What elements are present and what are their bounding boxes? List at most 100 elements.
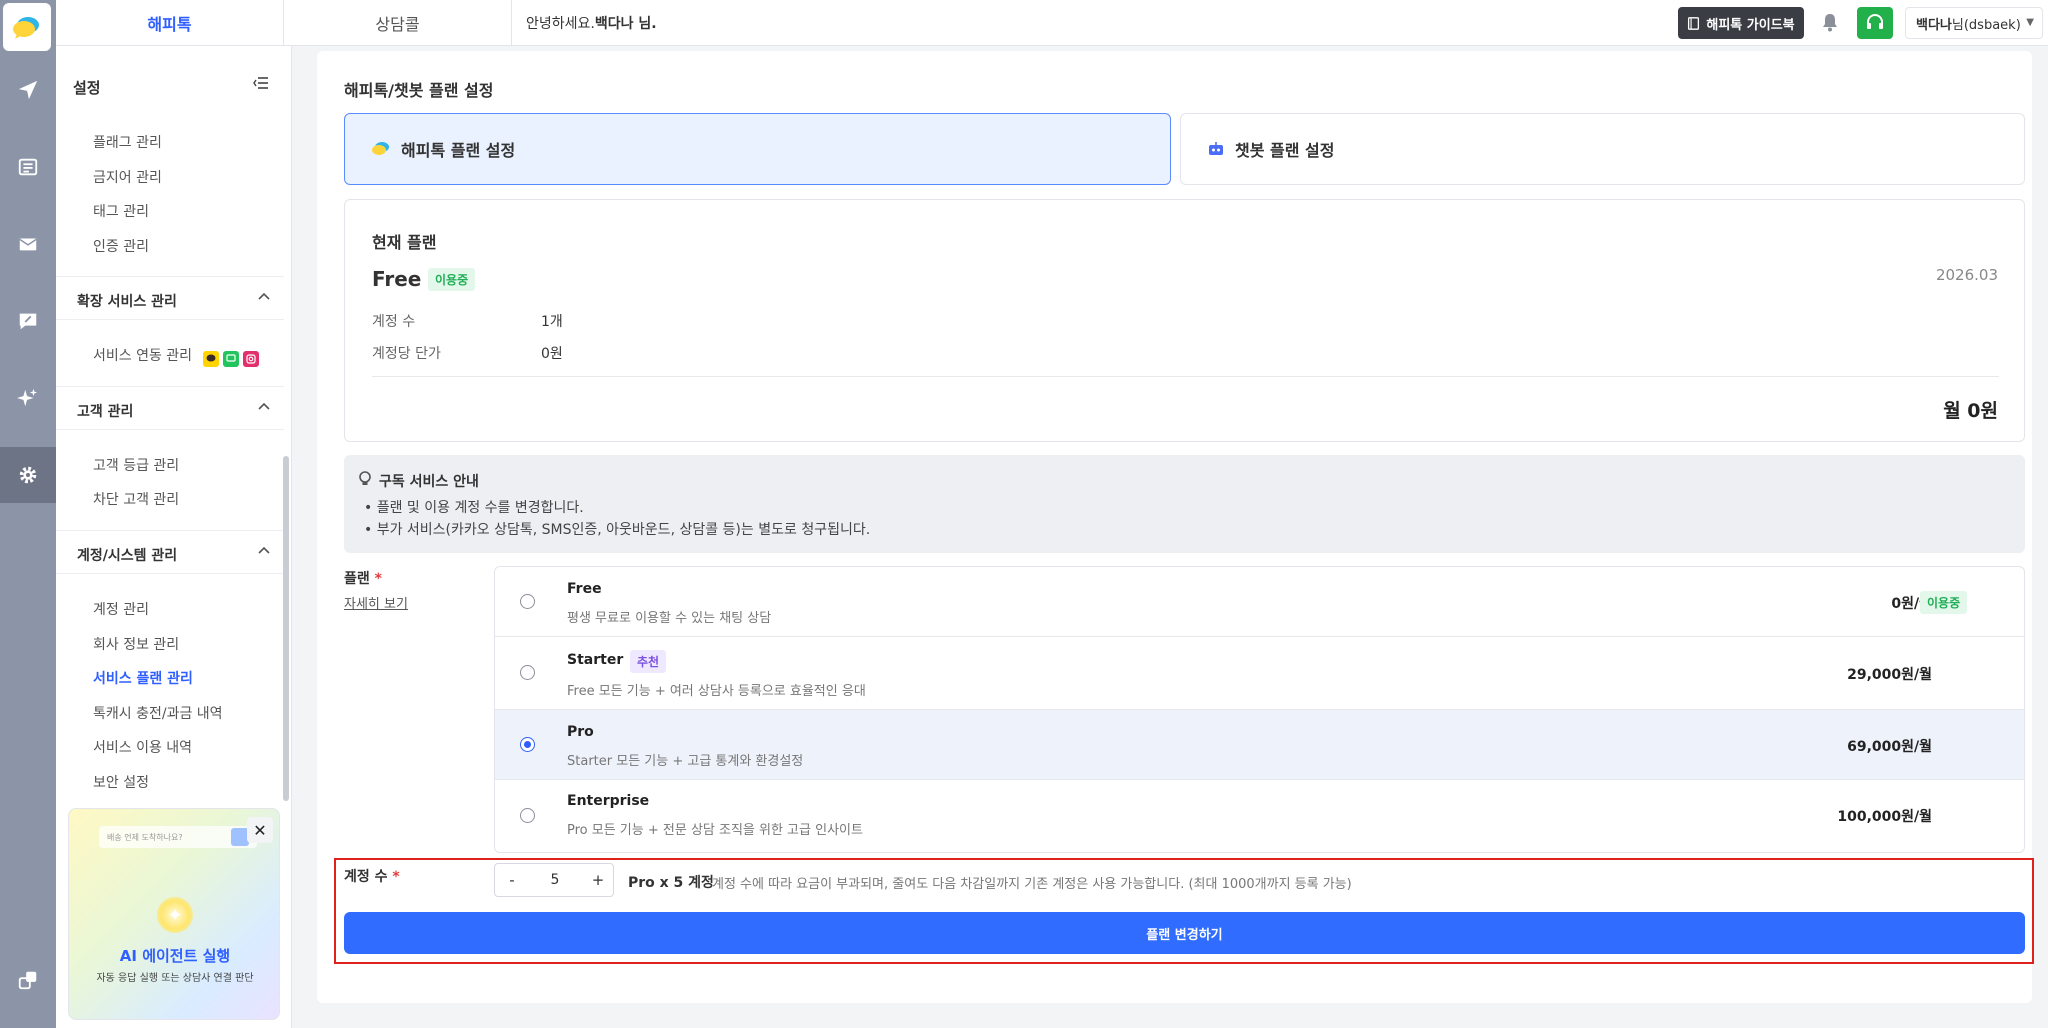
user-menu[interactable]: 백다나 님(dsbaek) ▼	[1905, 7, 2043, 39]
robot-icon	[1209, 142, 1223, 155]
sidebar-item-talkcash[interactable]: 톡캐시 충전/과금 내역	[93, 703, 223, 723]
sidebar-item-label: 서비스 연동 관리	[93, 348, 193, 364]
send-icon[interactable]	[0, 62, 56, 118]
mail-icon[interactable]	[0, 216, 56, 272]
current-plan-label: 현재 플랜	[372, 233, 437, 252]
notice-title: 구독 서비스 안내	[379, 474, 479, 490]
plan-price: 100,000원/월	[1837, 809, 1932, 825]
tab-happytalk-plan[interactable]: 해피톡 플랜 설정	[344, 113, 1171, 185]
sidebar-item-flag[interactable]: 플래그 관리	[93, 132, 162, 152]
unit-price-key: 계정당 단가	[372, 346, 441, 362]
sidebar-scrollbar[interactable]	[283, 456, 289, 801]
close-icon[interactable]: ✕	[247, 817, 273, 843]
plan-name: Starter	[567, 652, 624, 668]
gear-icon[interactable]	[0, 447, 56, 503]
link-icon[interactable]	[0, 952, 56, 1008]
plan-desc: Starter 모든 기능 + 고급 통계와 환경설정	[567, 754, 804, 769]
quantity-stepper: - 5 +	[494, 863, 614, 897]
divider	[372, 376, 1999, 377]
chat-edit-icon[interactable]	[0, 293, 56, 349]
plan-option-pro[interactable]: Pro Starter 모든 기능 + 고급 통계와 환경설정 69,000원/…	[495, 710, 2024, 780]
account-count-key: 계정 수	[372, 314, 416, 330]
sparkle-icon: ✦	[157, 897, 193, 933]
greeting-name: 백다나 님.	[594, 16, 657, 32]
sidebar-item-usage-history[interactable]: 서비스 이용 내역	[93, 737, 192, 757]
quantity-input[interactable]: 5	[529, 864, 581, 896]
tab-counsel-call[interactable]: 상담콜	[284, 0, 512, 46]
status-badge: 이용중	[428, 268, 476, 291]
change-plan-button[interactable]: 플랜 변경하기	[344, 912, 2025, 954]
plan-name: Enterprise	[567, 793, 650, 809]
integration-icons	[202, 350, 259, 367]
happytalk-logo-icon	[372, 142, 389, 155]
plan-field-label: 플랜 *	[344, 568, 382, 588]
icon-rail	[0, 0, 56, 1028]
detail-link[interactable]: 자세히 보기	[344, 593, 408, 612]
sidebar-item-accounts[interactable]: 계정 관리	[93, 599, 149, 619]
plan-options: Free 평생 무료로 이용할 수 있는 채팅 상담 0원/월 이용중 Star…	[494, 566, 2025, 853]
sidebar-item-customer-grade[interactable]: 고객 등급 관리	[93, 455, 179, 475]
plan-option-starter[interactable]: Starter 추천 Free 모든 기능 + 여러 상담사 등록으로 효율적인…	[495, 637, 2024, 710]
account-label-text: 계정 수	[344, 869, 388, 885]
current-plan-card: 현재 플랜 Free 이용중 2026.03 계정 수 1개 계정당 단가 0원…	[344, 199, 2025, 442]
collapse-menu-icon[interactable]	[253, 76, 269, 94]
plan-price: 29,000원/월	[1847, 667, 1932, 683]
page-title: 해피톡/챗봇 플랜 설정	[344, 81, 494, 100]
lightbulb-icon	[359, 471, 371, 485]
tab-label: 해피톡 플랜 설정	[401, 141, 516, 160]
sidebar-section-account-system[interactable]: 계정/시스템 관리	[56, 530, 284, 574]
plan-option-free[interactable]: Free 평생 무료로 이용할 수 있는 채팅 상담 0원/월 이용중	[495, 567, 2024, 637]
sidebar-section-customer[interactable]: 고객 관리	[56, 386, 284, 430]
sparkle-icon[interactable]	[0, 370, 56, 426]
plan-desc: Free 모든 기능 + 여러 상담사 등록으로 효율적인 응대	[567, 684, 866, 699]
chevron-up-icon	[258, 546, 270, 554]
top-bar: 해피톡 상담콜 안녕하세요.백다나 님. 해피톡 가이드북 백다나 님(dsbae…	[56, 0, 2048, 46]
line-icon	[222, 350, 239, 367]
account-summary: Pro x 5 계정	[628, 875, 714, 891]
plan-label-text: 플랜	[344, 571, 370, 587]
plan-radio[interactable]	[520, 665, 535, 680]
greeting-prefix: 안녕하세요.	[526, 16, 595, 32]
account-count-label: 계정 수 *	[344, 866, 400, 886]
sidebar-item-blocked-customers[interactable]: 차단 고객 관리	[93, 489, 179, 509]
ai-agent-promo-card[interactable]: 배송 언제 도착하나요? ✕ ✦ AI 에이전트 실행 자동 응답 실행 또는 …	[68, 808, 280, 1020]
list-icon[interactable]	[0, 139, 56, 195]
unit-price-value: 0원	[541, 346, 563, 362]
sidebar-item-security[interactable]: 보안 설정	[93, 772, 149, 792]
main-panel: 해피톡/챗봇 플랜 설정 해피톡 플랜 설정 챗봇 플랜 설정 현재 플랜 Fr…	[317, 51, 2034, 1003]
bell-icon[interactable]	[1821, 12, 1839, 36]
guide-book-button[interactable]: 해피톡 가이드북	[1678, 7, 1804, 39]
sidebar-item-service-integration[interactable]: 서비스 연동 관리	[93, 345, 259, 367]
tab-happytalk[interactable]: 해피톡	[56, 0, 284, 46]
promo-subtitle: 자동 응답 실행 또는 상담사 연결 판단	[96, 973, 254, 984]
section-title: 확장 서비스 관리	[77, 294, 177, 310]
plan-price: 69,000원/월	[1847, 739, 1932, 755]
decrement-button[interactable]: -	[495, 864, 529, 896]
account-note: 계정 수에 따라 요금이 부과되며, 줄여도 다음 차감일까지 기존 계정은 사…	[712, 877, 1352, 892]
sidebar-item-banned-words[interactable]: 금지어 관리	[93, 167, 162, 187]
sidebar-item-tags[interactable]: 태그 관리	[93, 201, 149, 221]
sidebar-item-auth[interactable]: 인증 관리	[93, 236, 149, 256]
instagram-icon	[242, 350, 259, 367]
greeting: 안녕하세요.백다나 님.	[526, 13, 657, 33]
plan-radio[interactable]	[520, 737, 535, 752]
user-name: 백다나	[1916, 17, 1952, 33]
section-title: 고객 관리	[77, 404, 134, 420]
chevron-up-icon	[258, 292, 270, 300]
chevron-up-icon	[258, 402, 270, 410]
headset-icon[interactable]	[1857, 7, 1893, 39]
plan-radio[interactable]	[520, 594, 535, 609]
section-title: 계정/시스템 관리	[77, 548, 178, 564]
increment-button[interactable]: +	[581, 864, 615, 896]
sidebar-item-company-info[interactable]: 회사 정보 관리	[93, 634, 179, 654]
sidebar-item-service-plan[interactable]: 서비스 플랜 관리	[93, 668, 193, 688]
required-mark: *	[392, 869, 400, 885]
plan-radio[interactable]	[520, 808, 535, 823]
sidebar-section-extension[interactable]: 확장 서비스 관리	[56, 276, 284, 320]
happytalk-logo-icon[interactable]	[3, 3, 51, 51]
sidebar-title: 설정	[73, 79, 101, 97]
user-id: 님(dsbaek)	[1951, 17, 2021, 33]
plan-option-enterprise[interactable]: Enterprise Pro 모든 기능 + 전문 상담 조직을 위한 고급 인…	[495, 780, 2024, 852]
notice-line: • 플랜 및 이용 계정 수를 변경합니다.	[364, 500, 584, 516]
tab-chatbot-plan[interactable]: 챗봇 플랜 설정	[1180, 113, 2025, 185]
